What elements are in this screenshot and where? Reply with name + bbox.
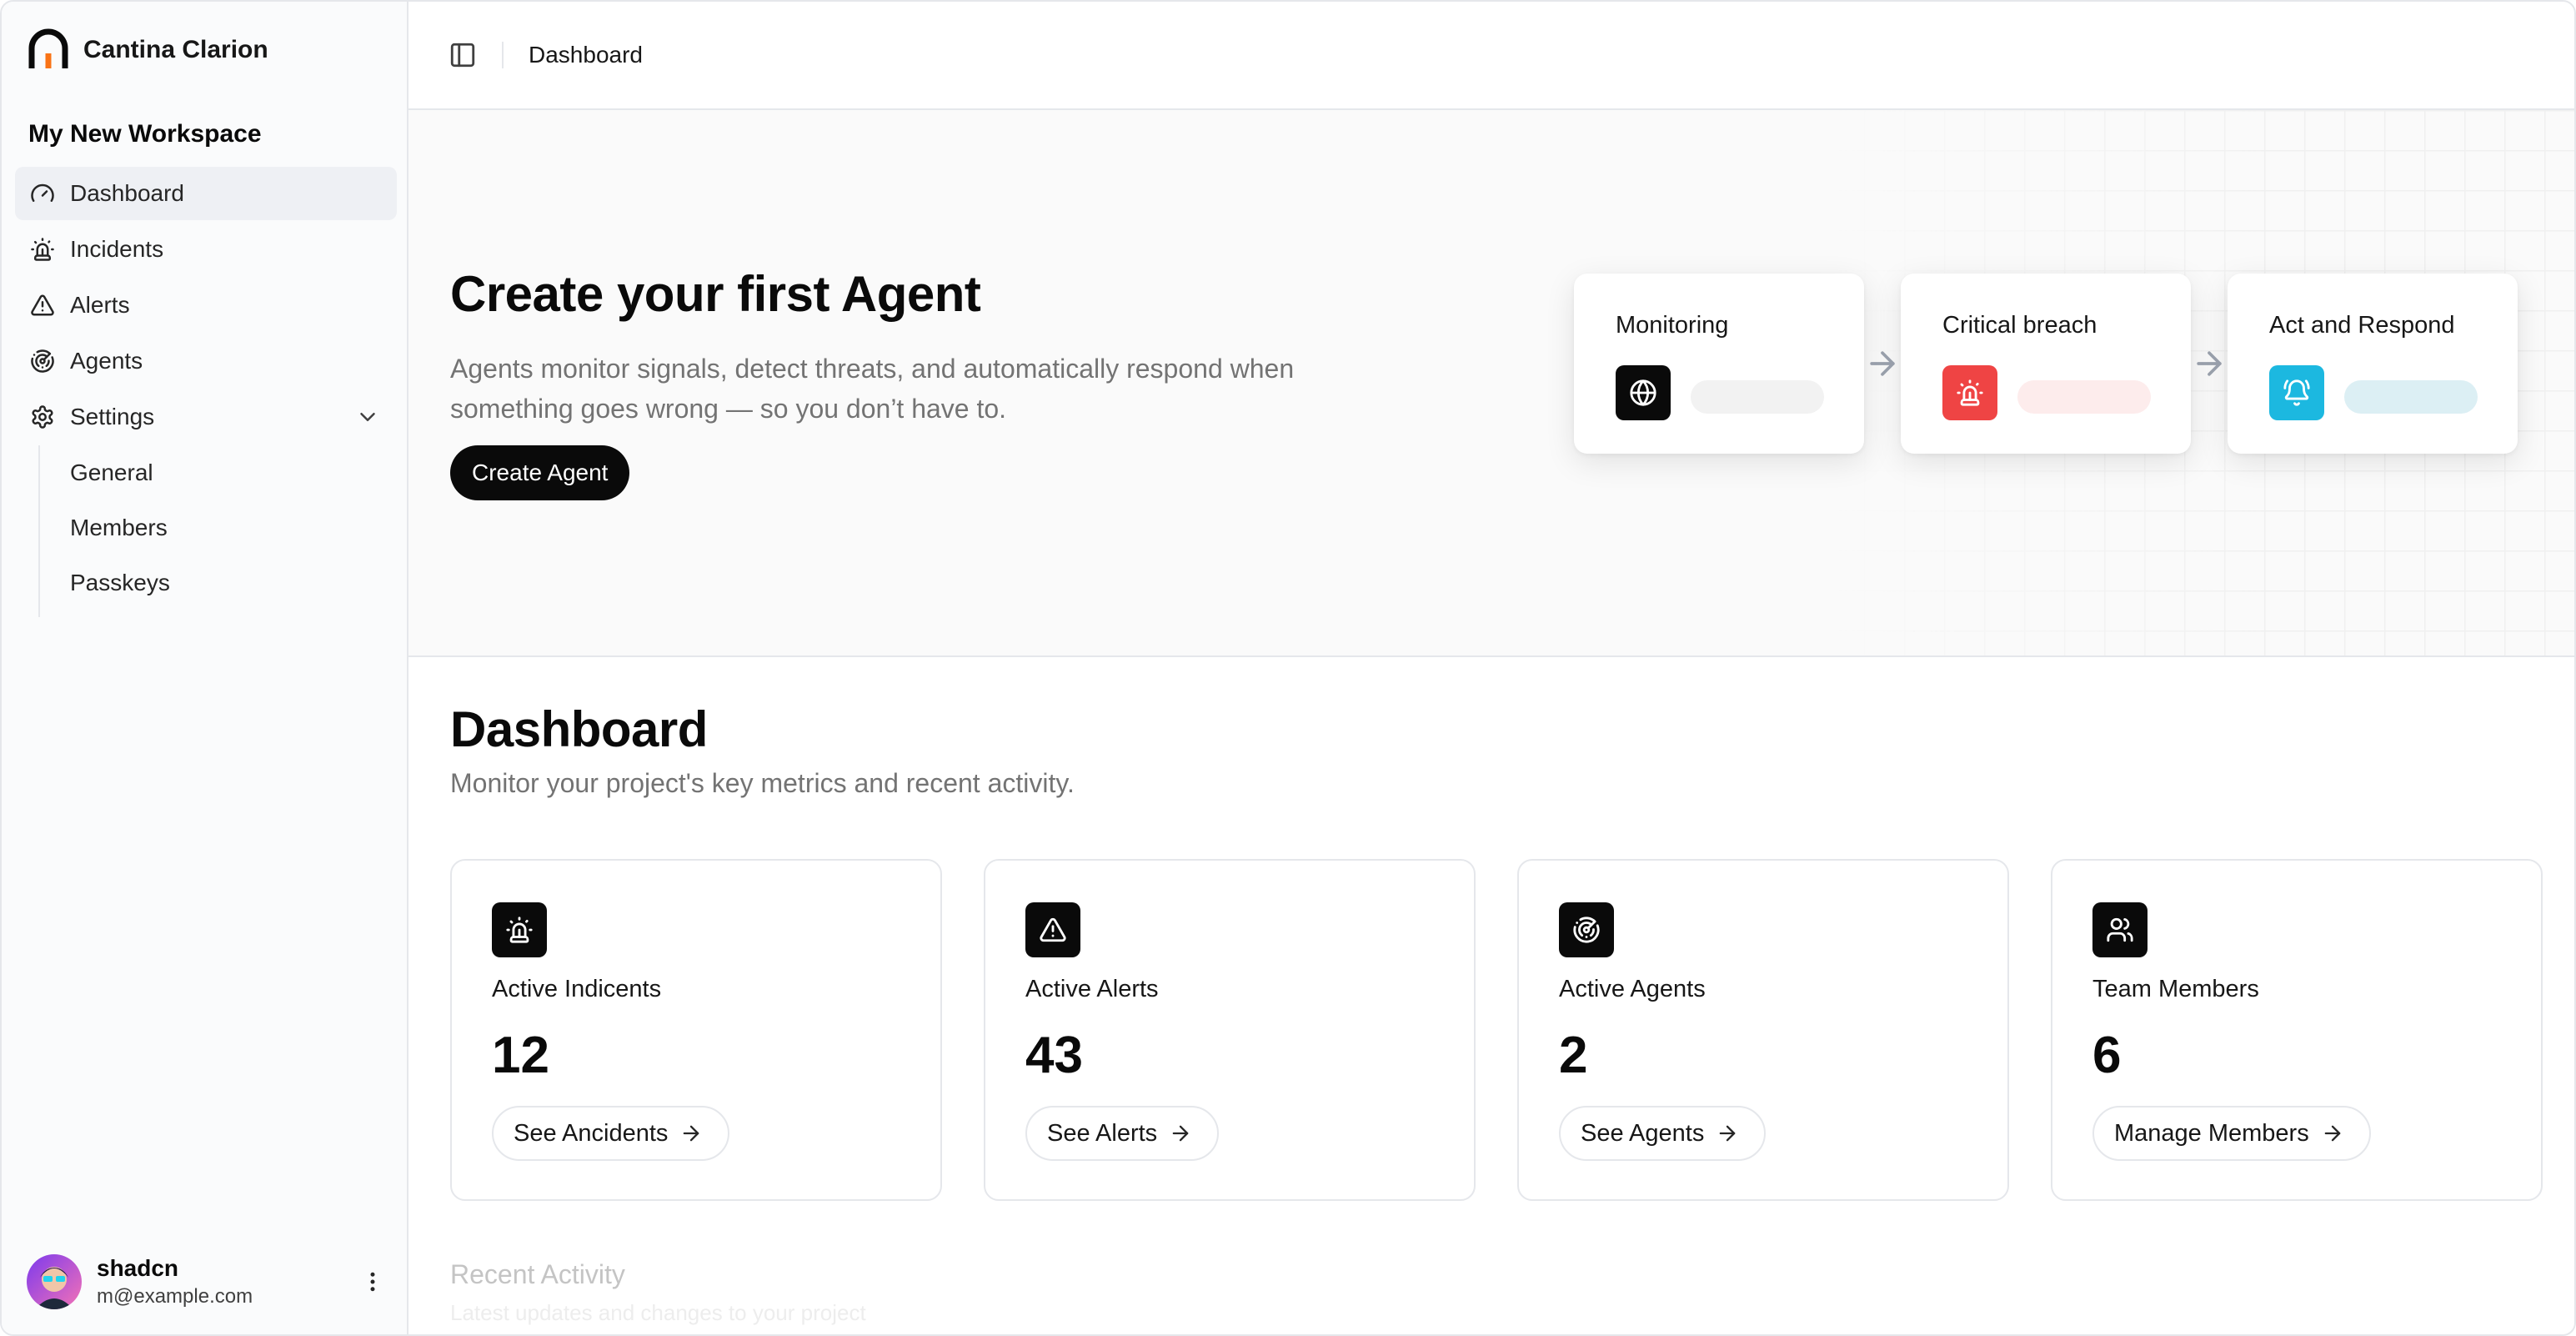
page-title: Dashboard — [450, 701, 708, 757]
sidebar-toggle-icon[interactable] — [449, 41, 477, 69]
user-name: shadcn — [97, 1255, 179, 1281]
metric-value: 43 — [1025, 1027, 1083, 1084]
metric-label: Active Agents — [1559, 976, 1706, 1002]
workspace-title: My New Workspace — [28, 120, 262, 148]
more-vertical-icon[interactable] — [360, 1269, 385, 1294]
metric-card-incidents: Active Indicents 12 See Ancidents — [450, 859, 942, 1201]
user-profile[interactable]: shadcn m@example.com — [27, 1253, 385, 1311]
chevron-down-icon[interactable] — [355, 404, 380, 429]
page-subtitle: Monitor your project's key metrics and r… — [450, 768, 1075, 798]
subnav-item-members[interactable]: Members — [40, 500, 388, 555]
sidebar-item-label: Settings — [70, 404, 155, 429]
metric-label: Team Members — [2092, 976, 2259, 1002]
radar-icon — [1559, 902, 1614, 957]
sidebar-nav: Dashboard Incidents Alerts Agents Settin… — [15, 167, 397, 446]
arrow-right-icon — [1172, 1125, 1189, 1142]
topbar-separator — [502, 42, 504, 68]
recent-activity-section: Recent Activity Latest updates and chang… — [450, 1259, 866, 1326]
gauge-icon — [31, 183, 54, 202]
topbar: Dashboard — [408, 2, 2574, 110]
see-agents-button[interactable]: See Agents — [1559, 1106, 1767, 1161]
create-agent-banner: Create your first Agent Agents monitor s… — [408, 110, 2574, 657]
user-email: m@example.com — [97, 1285, 253, 1308]
flow-card-monitoring: Monitoring — [1574, 274, 1864, 454]
flow-card-critical-breach: Critical breach — [1901, 274, 2191, 454]
triangle-alert-icon — [1025, 902, 1080, 957]
sidebar-item-label: Incidents — [70, 236, 164, 262]
gear-icon — [32, 405, 53, 429]
sidebar-item-label: Dashboard — [70, 180, 184, 206]
manage-members-button[interactable]: Manage Members — [2092, 1106, 2371, 1161]
arrow-right-icon — [1720, 1125, 1736, 1142]
arrow-right-icon — [2186, 340, 2233, 387]
sidebar-item-dashboard[interactable]: Dashboard — [15, 167, 397, 220]
arrow-right-icon — [1859, 340, 1906, 387]
sidebar-item-alerts[interactable]: Alerts — [15, 279, 397, 332]
button-label: See Ancidents — [514, 1119, 669, 1147]
metric-value: 12 — [492, 1027, 549, 1084]
main-content: Dashboard Create your first Agent Agents… — [408, 2, 2574, 1334]
hero-description: Agents monitor signals, detect threats, … — [450, 354, 1295, 424]
sidebar-item-agents[interactable]: Agents — [15, 334, 397, 388]
arrow-right-icon — [2324, 1125, 2341, 1142]
breadcrumb: Dashboard — [529, 42, 643, 68]
hero-title: Create your first Agent — [450, 266, 981, 322]
create-agent-button[interactable]: Create Agent — [450, 445, 630, 500]
button-label: See Agents — [1581, 1119, 1705, 1147]
metric-cards: Active Indicents 12 See Ancidents Active… — [450, 859, 2543, 1201]
metric-card-team-members: Team Members 6 Manage Members — [2051, 859, 2543, 1201]
siren-icon — [1942, 365, 1997, 420]
sidebar-item-incidents[interactable]: Incidents — [15, 223, 397, 276]
avatar — [27, 1254, 82, 1309]
triangle-alert-icon — [31, 294, 54, 316]
metric-card-agents: Active Agents 2 See Agents — [1517, 859, 2009, 1201]
section-title: Recent Activity — [450, 1259, 625, 1289]
button-label: See Alerts — [1047, 1119, 1158, 1147]
sidebar-item-label: Alerts — [70, 292, 130, 318]
brand-logo-icon — [28, 28, 68, 68]
sidebar-item-label: Agents — [70, 348, 143, 374]
metric-label: Active Indicents — [492, 976, 662, 1002]
placeholder-bar — [2344, 380, 2478, 414]
flow-card-title: Critical breach — [1942, 312, 2097, 339]
siren-icon — [492, 902, 547, 957]
metric-value: 2 — [1559, 1027, 1588, 1084]
siren-icon — [31, 238, 54, 261]
subnav-item-passkeys[interactable]: Passkeys — [40, 555, 388, 610]
metric-card-alerts: Active Alerts 43 See Alerts — [984, 859, 1476, 1201]
flow-card-title: Monitoring — [1616, 312, 1729, 339]
users-icon — [2092, 902, 2148, 957]
metric-label: Active Alerts — [1025, 976, 1159, 1002]
brand[interactable]: Cantina Clarion — [27, 27, 268, 73]
sidebar: Cantina Clarion My New Workspace Dashboa… — [2, 2, 408, 1334]
placeholder-bar — [1691, 380, 1824, 414]
settings-subnav: General Members Passkeys — [38, 445, 388, 617]
app-window: Cantina Clarion My New Workspace Dashboa… — [0, 0, 2576, 1336]
globe-icon — [1616, 365, 1671, 420]
subnav-item-general[interactable]: General — [40, 445, 388, 500]
see-incidents-button[interactable]: See Ancidents — [492, 1106, 730, 1161]
sidebar-item-settings[interactable]: Settings — [15, 390, 397, 444]
dashboard-header: Dashboard Monitor your project's key met… — [450, 701, 1075, 799]
brand-name: Cantina Clarion — [83, 36, 268, 63]
flow-card-title: Act and Respond — [2269, 312, 2455, 339]
see-alerts-button[interactable]: See Alerts — [1025, 1106, 1220, 1161]
button-label: Manage Members — [2114, 1119, 2309, 1147]
agent-flow-diagram: Monitoring Critical breach Act and Respo… — [1574, 274, 2518, 454]
bell-ring-icon — [2269, 365, 2324, 420]
flow-card-act-and-respond: Act and Respond — [2228, 274, 2518, 454]
radar-icon — [31, 349, 54, 373]
placeholder-bar — [2017, 380, 2151, 414]
arrow-right-icon — [684, 1125, 699, 1142]
metric-value: 6 — [2092, 1027, 2122, 1084]
section-subtitle: Latest updates and changes to your proje… — [450, 1300, 866, 1325]
